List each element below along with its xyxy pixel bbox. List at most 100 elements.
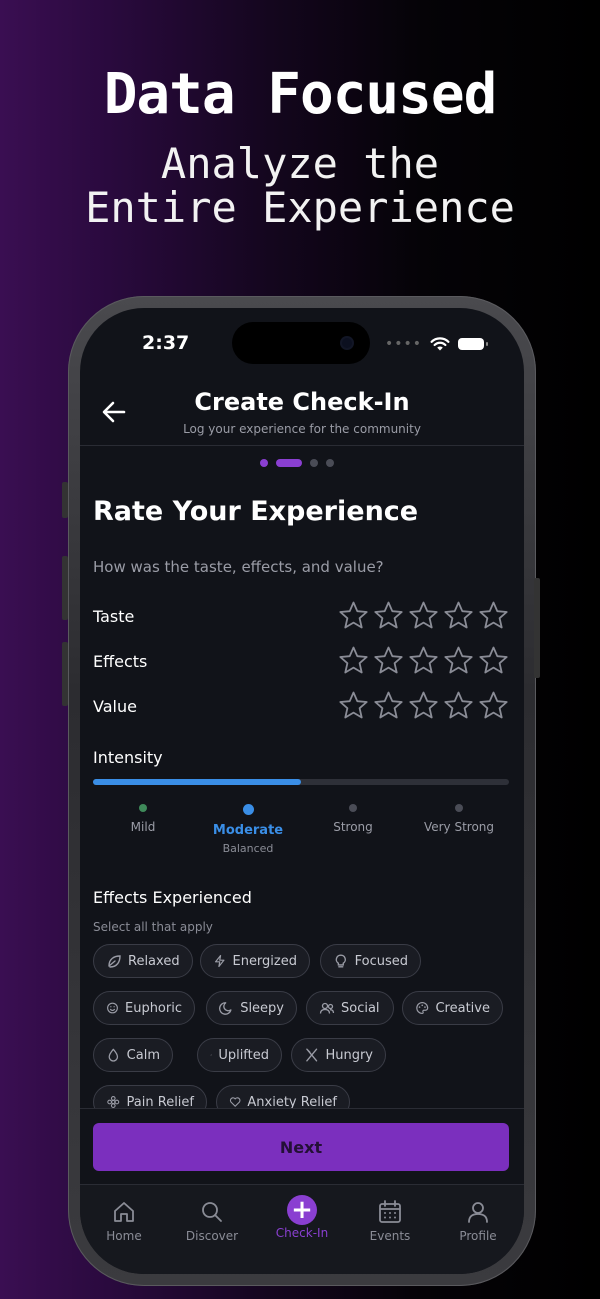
moon-icon (219, 1002, 232, 1015)
tab-label: Profile (459, 1229, 497, 1243)
effect-chip-label: Calm (126, 1047, 160, 1063)
trend-up-icon (210, 1054, 213, 1056)
plus-icon: + (287, 1195, 317, 1225)
wifi-icon (430, 336, 450, 350)
intensity-slider-fill (93, 779, 301, 785)
utensils-icon (306, 1048, 318, 1062)
step-dot-3 (310, 459, 318, 467)
star-icon[interactable] (478, 600, 509, 631)
effect-chip-energized[interactable]: Energized (200, 944, 310, 978)
star-icon[interactable] (443, 600, 474, 631)
intensity-level-label: Strong (333, 820, 373, 834)
battery-icon (458, 338, 488, 350)
hero-title: Data Focused (103, 62, 498, 127)
page-title: Create Check-In (194, 388, 410, 416)
tab-events[interactable]: Events (346, 1199, 434, 1243)
effects-heading: Effects Experienced (93, 888, 252, 907)
rating-label: Effects (93, 652, 148, 671)
step-dot-2-current (276, 459, 302, 467)
star-icon[interactable] (338, 600, 369, 631)
star-rating-taste[interactable] (338, 600, 509, 631)
tab-label: Home (106, 1229, 142, 1243)
effect-chip-label: Hungry (325, 1047, 373, 1063)
intensity-level-label: Mild (130, 820, 156, 834)
side-button-mute (62, 482, 68, 518)
tab-label: Events (369, 1229, 411, 1243)
tab-discover[interactable]: Discover (168, 1199, 256, 1243)
star-rating-effects[interactable] (338, 645, 509, 676)
intensity-level-label: Moderate (212, 823, 284, 838)
effect-chip-uplifted[interactable]: Uplifted (197, 1038, 282, 1072)
calendar-icon (379, 1200, 401, 1223)
status-icons: •••• (384, 336, 488, 352)
hero-subtitle-line2: Entire Experience (85, 183, 515, 232)
step-dot-4 (326, 459, 334, 467)
intensity-level-moderate[interactable]: Moderate Balanced (193, 804, 303, 855)
hero-subtitle-line1: Analyze the (160, 139, 440, 188)
effect-chip-euphoric[interactable]: Euphoric (93, 991, 195, 1025)
page-subtitle: Log your experience for the community (183, 422, 421, 436)
effect-chip-focused[interactable]: Focused (320, 944, 421, 978)
star-icon[interactable] (443, 690, 474, 721)
effect-chip-label: Focused (354, 953, 408, 969)
bolt-icon (214, 954, 225, 968)
header-divider (80, 445, 524, 446)
rating-heading: Rate Your Experience (93, 496, 419, 527)
tab-bar: Home Discover + Check-In Events Profile (80, 1184, 524, 1274)
phone-screen: 2:37 •••• Create Check-In Log your exper… (80, 308, 524, 1274)
star-icon[interactable] (408, 645, 439, 676)
tab-check-in[interactable]: + Check-In (258, 1195, 346, 1240)
rating-row-value: Value (93, 690, 509, 724)
rating-label: Value (93, 697, 137, 716)
effect-chip-creative[interactable]: Creative (402, 991, 503, 1025)
effect-chip-label: Relaxed (128, 953, 180, 969)
effect-chip-label: Euphoric (124, 1000, 182, 1016)
effect-chip-social[interactable]: Social (306, 991, 394, 1025)
star-icon[interactable] (478, 690, 509, 721)
status-time: 2:37 (142, 332, 190, 354)
star-icon[interactable] (408, 600, 439, 631)
star-icon[interactable] (478, 645, 509, 676)
effects-hint: Select all that apply (93, 920, 213, 934)
star-icon[interactable] (443, 645, 474, 676)
signal-icon: •••• (384, 336, 422, 352)
effect-chip-label: Energized (232, 953, 297, 969)
tab-profile[interactable]: Profile (434, 1199, 522, 1243)
tab-home[interactable]: Home (80, 1199, 168, 1243)
effect-chip-calm[interactable]: Calm (93, 1038, 173, 1072)
camera-dot (342, 338, 352, 348)
drop-icon (108, 1048, 119, 1062)
star-icon[interactable] (373, 645, 404, 676)
effect-chip-label: Social (341, 1000, 380, 1016)
intensity-slider[interactable] (93, 779, 509, 785)
next-button[interactable]: Next (93, 1123, 509, 1171)
effect-chip-label: Sleepy (240, 1000, 284, 1016)
intensity-level-mild[interactable]: Mild (88, 804, 198, 834)
side-button-volume-down (62, 642, 68, 706)
users-icon (319, 1002, 335, 1014)
effect-chip-label: Creative (435, 1000, 490, 1016)
rating-row-effects: Effects (93, 645, 509, 679)
star-icon[interactable] (373, 690, 404, 721)
rating-question: How was the taste, effects, and value? (93, 558, 384, 576)
intensity-level-very-strong[interactable]: Very Strong (404, 804, 514, 834)
rating-label: Taste (93, 607, 135, 626)
side-button-power (534, 578, 540, 678)
search-icon (202, 1202, 222, 1222)
star-icon[interactable] (338, 645, 369, 676)
intensity-level-label: Very Strong (423, 820, 495, 834)
step-dot-1 (260, 459, 268, 467)
palette-icon (416, 1001, 429, 1015)
effect-chip-sleepy[interactable]: Sleepy (206, 991, 297, 1025)
effect-chip-hungry[interactable]: Hungry (291, 1038, 386, 1072)
star-icon[interactable] (338, 690, 369, 721)
star-rating-value[interactable] (338, 690, 509, 721)
bulb-icon (335, 954, 346, 968)
intensity-level-strong[interactable]: Strong (298, 804, 408, 834)
intensity-level-sublabel: Balanced (222, 842, 274, 855)
star-icon[interactable] (373, 600, 404, 631)
effect-chip-relaxed[interactable]: Relaxed (93, 944, 193, 978)
star-icon[interactable] (408, 690, 439, 721)
rating-row-taste: Taste (93, 600, 509, 634)
side-button-volume-up (62, 556, 68, 620)
